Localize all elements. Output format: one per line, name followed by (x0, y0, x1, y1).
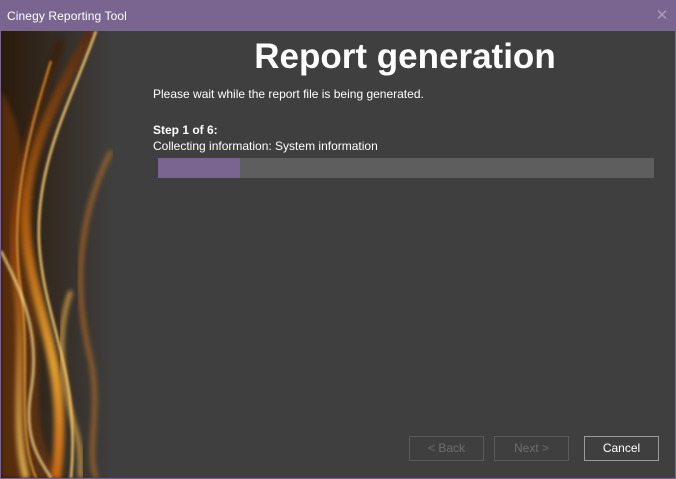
flame-decoration (1, 31, 113, 478)
close-icon[interactable]: ✕ (651, 5, 673, 27)
title-bar[interactable]: Cinegy Reporting Tool ✕ (1, 1, 675, 31)
progress-fill (158, 158, 240, 178)
next-button: Next > (494, 436, 569, 461)
intro-text: Please wait while the report file is bei… (153, 87, 424, 101)
step-detail: Collecting information: System informati… (153, 139, 378, 153)
progress-bar (158, 158, 654, 178)
page-title: Report generation (254, 37, 556, 76)
step-label: Step 1 of 6: (153, 123, 218, 137)
cancel-button[interactable]: Cancel (584, 436, 659, 461)
back-button: < Back (409, 436, 484, 461)
app-window: Cinegy Reporting Tool ✕ Report generatio… (0, 0, 676, 479)
wizard-content: Report generation Please wait while the … (1, 31, 675, 478)
window-title: Cinegy Reporting Tool (7, 9, 127, 23)
